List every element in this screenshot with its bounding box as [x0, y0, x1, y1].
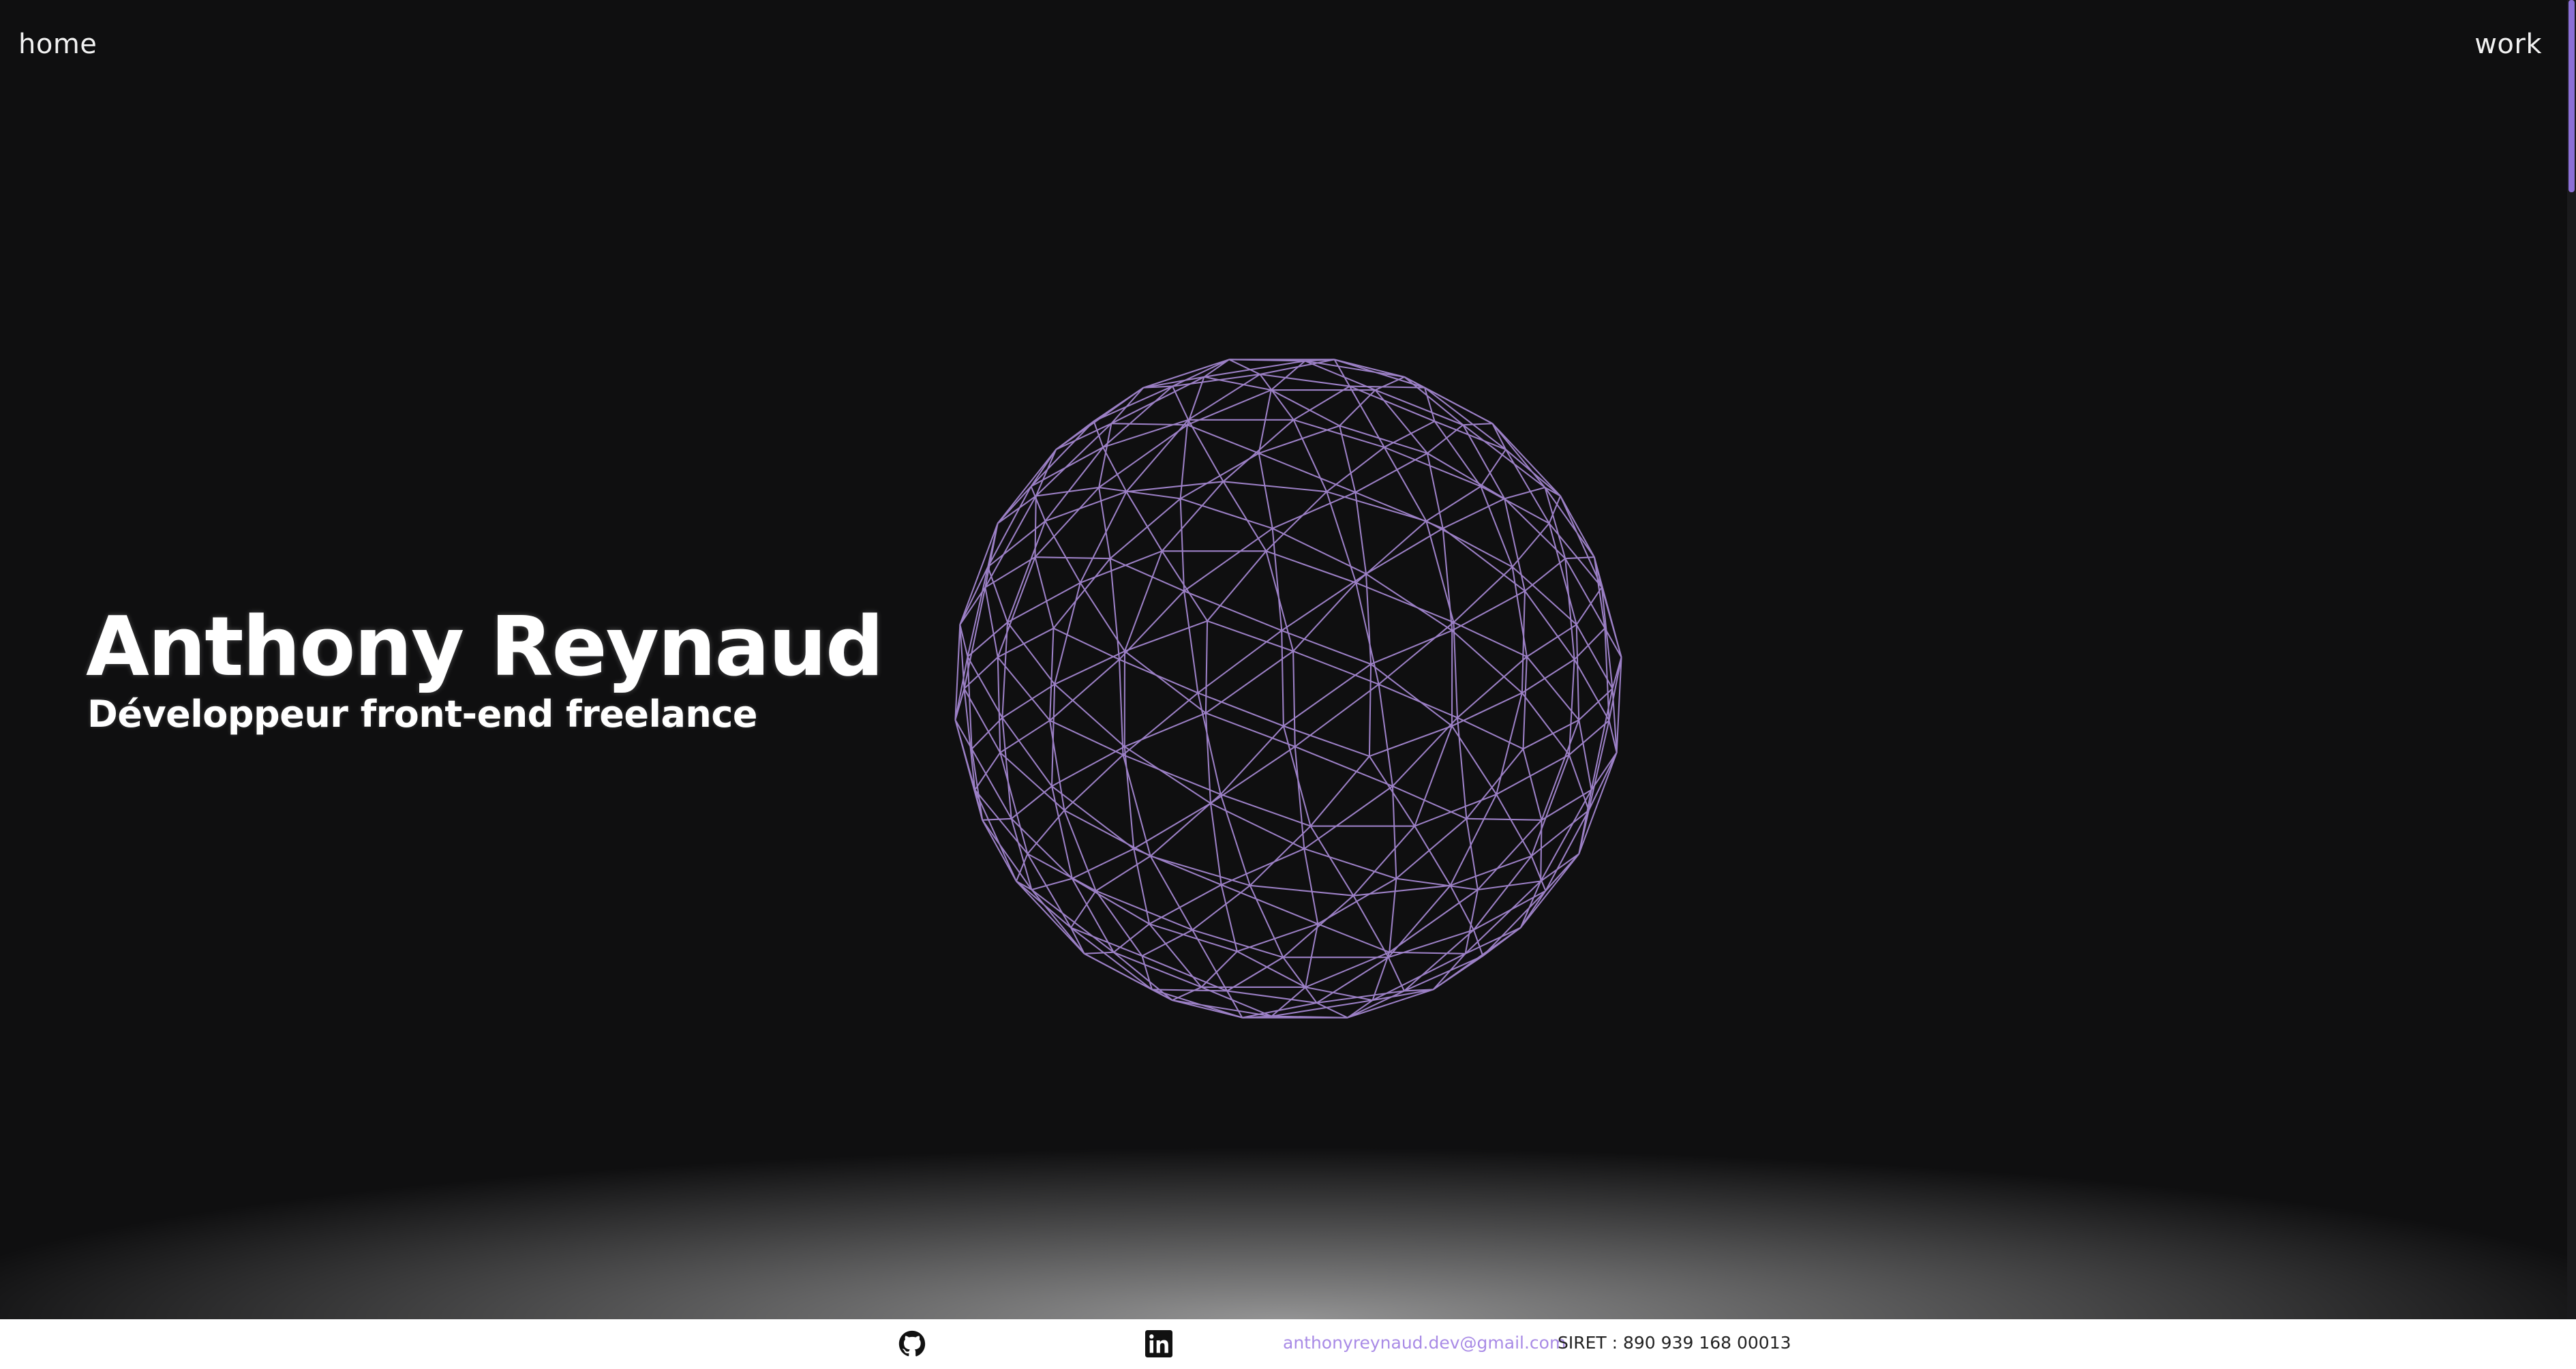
wireframe-globe	[954, 359, 1622, 1019]
hero-subtitle: Développeur front-end freelance	[87, 693, 758, 736]
scrollbar-thumb[interactable]	[2569, 0, 2575, 192]
globe-edges	[954, 359, 1622, 1019]
siret-text: SIRET : 890 939 168 00013	[1558, 1333, 1791, 1353]
github-icon[interactable]	[898, 1330, 926, 1357]
wireframe-globe-icon	[927, 327, 1650, 1050]
nav-home-link[interactable]: home	[18, 29, 97, 60]
linkedin-icon[interactable]	[1145, 1330, 1172, 1357]
footer: anthonyreynaud.dev@gmail.com SIRET : 890…	[0, 1319, 2576, 1369]
page: home work Anthony Reynaud Développeur fr…	[0, 0, 2576, 1369]
email-link[interactable]: anthonyreynaud.dev@gmail.com	[1283, 1333, 1566, 1353]
bottom-glow	[0, 1128, 2567, 1319]
nav-work-link[interactable]: work	[2474, 29, 2542, 60]
scrollbar[interactable]	[2567, 0, 2576, 1319]
hero-title: Anthony Reynaud	[86, 600, 884, 695]
